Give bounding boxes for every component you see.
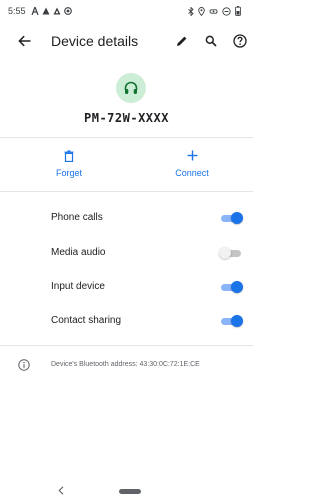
search-icon xyxy=(205,35,217,47)
edit-icon xyxy=(177,36,187,46)
page-title: Device details xyxy=(51,33,139,49)
notification-a-icon xyxy=(30,7,39,15)
device-avatar xyxy=(116,73,146,103)
app-bar: Device details xyxy=(0,22,253,60)
notification-triangle-alt-icon xyxy=(53,7,61,15)
status-time: 5:55 xyxy=(8,6,26,16)
forget-label: Forget xyxy=(55,168,82,178)
home-pill[interactable] xyxy=(119,489,141,494)
arrow-back-icon xyxy=(17,35,30,47)
connect-button[interactable]: Connect xyxy=(152,148,232,178)
toggle-label: Input device xyxy=(51,281,105,292)
help-icon xyxy=(233,34,247,48)
toggle-row-input-device[interactable]: Input device xyxy=(0,270,253,304)
status-bar: 5:55 xyxy=(0,0,253,22)
phone-calls-switch[interactable] xyxy=(219,212,243,224)
rotation-icon xyxy=(209,8,218,14)
device-name: PM-72W-XXXX xyxy=(84,111,169,125)
input-device-switch[interactable] xyxy=(219,281,243,293)
add-icon xyxy=(187,148,198,163)
divider xyxy=(0,191,253,192)
toggle-label: Phone calls xyxy=(51,212,103,223)
connect-label: Connect xyxy=(175,168,209,178)
toggle-label: Contact sharing xyxy=(51,315,122,326)
nav-back-button[interactable] xyxy=(56,484,66,496)
contact-sharing-switch[interactable] xyxy=(219,315,243,327)
forget-button[interactable]: Forget xyxy=(29,148,109,178)
notification-circle-icon xyxy=(63,7,72,15)
notification-icons xyxy=(30,7,72,15)
do-not-disturb-icon xyxy=(222,6,231,16)
delete-icon xyxy=(64,148,74,163)
chevron-left-icon xyxy=(58,485,64,495)
search-button[interactable] xyxy=(201,31,221,51)
navigation-bar xyxy=(0,478,253,504)
edit-button[interactable] xyxy=(172,31,192,51)
media-audio-switch[interactable] xyxy=(219,247,243,259)
toggle-row-phone-calls[interactable]: Phone calls xyxy=(0,201,253,235)
divider xyxy=(0,345,253,346)
battery-icon xyxy=(235,6,241,16)
toggle-row-media-audio[interactable]: Media audio xyxy=(0,236,253,270)
back-button[interactable] xyxy=(14,31,34,51)
toggle-label: Media audio xyxy=(51,247,106,258)
location-icon xyxy=(198,6,205,16)
toggle-row-contact-sharing[interactable]: Contact sharing xyxy=(0,304,253,338)
notification-triangle-icon xyxy=(42,7,50,15)
headset-icon xyxy=(124,81,138,94)
info-icon xyxy=(17,358,31,372)
bluetooth-icon xyxy=(188,6,194,16)
divider xyxy=(0,137,253,138)
help-button[interactable] xyxy=(230,31,250,51)
bluetooth-address: Device's Bluetooth address: 43:30:0C:72:… xyxy=(51,361,200,368)
system-icons xyxy=(188,6,241,16)
bluetooth-address-row: Device's Bluetooth address: 43:30:0C:72:… xyxy=(0,356,253,376)
